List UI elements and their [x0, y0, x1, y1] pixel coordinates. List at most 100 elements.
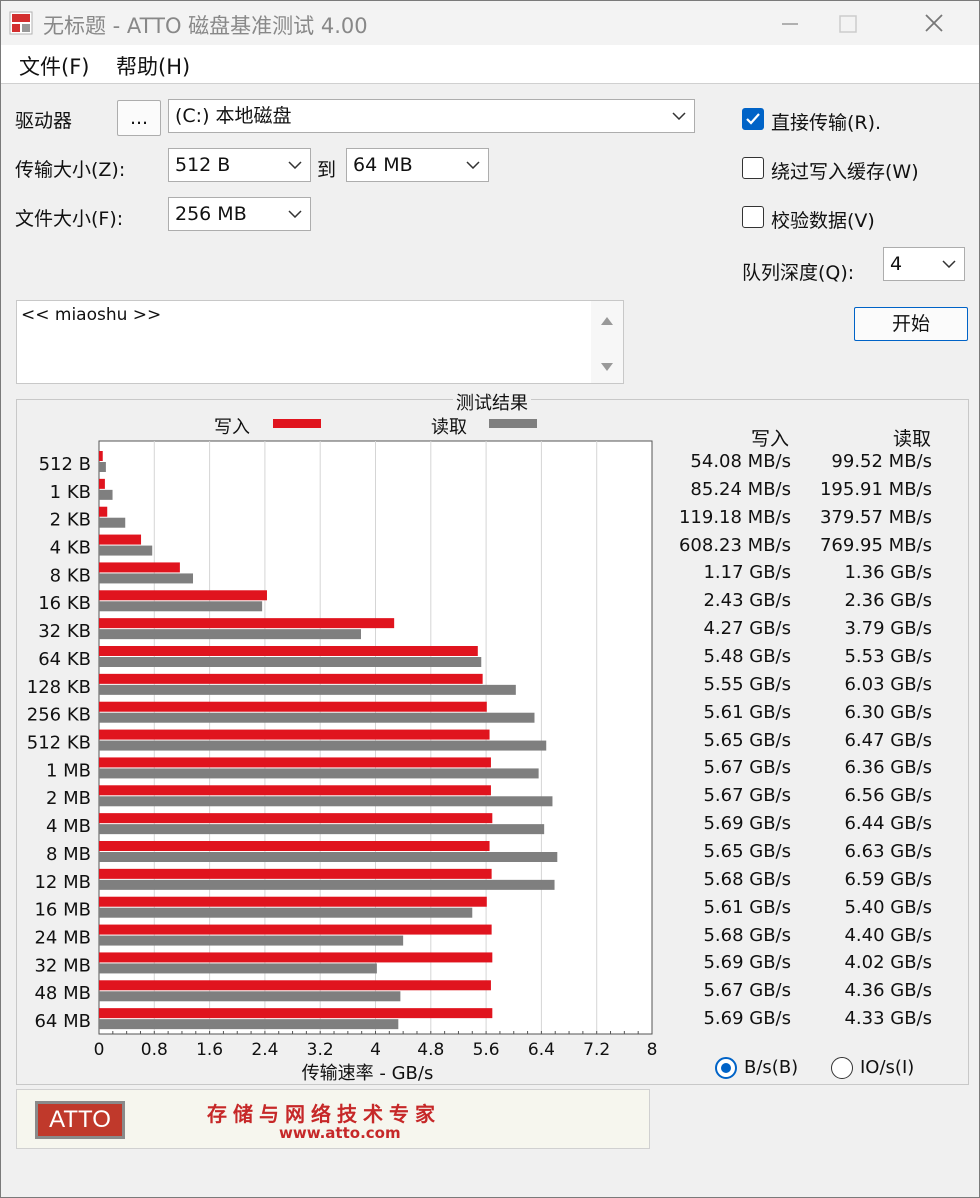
io-per-sec-label[interactable]: IO/s(I) [860, 1057, 914, 1078]
y-category-label: 32 MB [34, 955, 91, 976]
read-value: 6.47 GB/s [844, 729, 932, 751]
read-value: 5.40 GB/s [844, 896, 932, 918]
write-bar [99, 841, 490, 851]
y-category-label: 16 KB [38, 593, 91, 614]
read-column-header: 读取 [893, 428, 932, 450]
read-bar [99, 712, 535, 723]
read-bar [99, 684, 516, 695]
y-category-label: 32 KB [38, 621, 91, 642]
y-category-label: 1 KB [50, 482, 91, 503]
read-value: 6.36 GB/s [844, 757, 932, 779]
write-value: 119.18 MB/s [678, 506, 791, 528]
y-category-label: 8 KB [50, 565, 91, 586]
read-bar [99, 462, 106, 472]
x-tick-label: 8 [647, 1040, 658, 1060]
write-bar [99, 785, 491, 796]
y-category-label: 4 MB [46, 816, 91, 837]
y-category-label: 512 KB [27, 733, 91, 754]
write-bar [99, 673, 483, 684]
x-tick-label: 4 [370, 1040, 381, 1060]
write-bar [99, 757, 491, 768]
y-category-label: 1 MB [46, 760, 91, 781]
read-bar [99, 963, 377, 974]
banner-url: www.atto.com [279, 1124, 401, 1142]
write-bar [99, 618, 395, 629]
atto-banner[interactable]: ATTO 存储与网络技术专家 www.atto.com [16, 1089, 650, 1149]
read-value: 769.95 MB/s [819, 534, 932, 556]
write-value: 85.24 MB/s [690, 478, 791, 500]
read-value: 4.36 GB/s [844, 980, 932, 1002]
write-bar [99, 1008, 493, 1019]
y-category-label: 64 KB [38, 649, 91, 670]
x-tick-label: 1.6 [196, 1040, 223, 1060]
write-bar [99, 590, 267, 601]
write-value: 5.67 GB/s [703, 980, 791, 1002]
read-bar [99, 991, 401, 1002]
read-bar [99, 573, 194, 584]
read-bar [99, 657, 482, 667]
write-bar [99, 534, 142, 545]
y-category-label: 4 KB [50, 538, 91, 559]
read-value: 379.57 MB/s [819, 506, 932, 528]
x-tick-label: 4.8 [417, 1040, 444, 1060]
write-column-header: 写入 [751, 428, 790, 450]
read-value: 4.40 GB/s [844, 924, 932, 946]
read-value: 6.63 GB/s [844, 840, 932, 862]
write-bar [99, 701, 487, 712]
write-value: 5.61 GB/s [703, 896, 791, 918]
write-value: 5.68 GB/s [703, 868, 791, 890]
bytes-per-sec-label[interactable]: B/s(B) [744, 1057, 798, 1078]
x-tick-label: 6.4 [528, 1040, 555, 1060]
write-value: 4.27 GB/s [703, 618, 791, 640]
read-value: 5.53 GB/s [844, 645, 932, 667]
read-value: 6.30 GB/s [844, 701, 932, 723]
write-value: 5.67 GB/s [703, 757, 791, 779]
read-bar [99, 935, 404, 946]
write-bar [99, 896, 487, 907]
read-bar [99, 740, 547, 751]
read-value: 4.33 GB/s [844, 1008, 932, 1030]
write-value: 5.48 GB/s [703, 645, 791, 667]
read-value: 4.02 GB/s [844, 952, 932, 974]
read-value: 6.59 GB/s [844, 868, 932, 890]
y-category-label: 2 MB [46, 788, 91, 809]
write-bar [99, 952, 493, 963]
read-value: 195.91 MB/s [819, 478, 932, 500]
write-value: 5.65 GB/s [703, 840, 791, 862]
y-category-label: 2 KB [50, 510, 91, 531]
x-tick-label: 0.8 [141, 1040, 168, 1060]
read-bar [99, 629, 361, 640]
read-value: 3.79 GB/s [844, 618, 932, 640]
read-value: 6.44 GB/s [844, 813, 932, 835]
write-value: 5.69 GB/s [703, 813, 791, 835]
read-value: 1.36 GB/s [844, 562, 932, 584]
read-bar [99, 796, 553, 807]
read-value: 6.56 GB/s [844, 785, 932, 807]
write-value: 5.69 GB/s [703, 952, 791, 974]
read-bar [99, 907, 473, 918]
read-value: 6.03 GB/s [844, 673, 932, 695]
io-per-sec-radio[interactable] [831, 1057, 853, 1079]
read-bar [99, 879, 555, 890]
read-bar [99, 517, 126, 528]
read-bar [99, 852, 558, 862]
write-bar [99, 451, 103, 461]
write-bar [99, 478, 105, 489]
write-value: 5.65 GB/s [703, 729, 791, 751]
y-category-label: 12 MB [34, 872, 91, 893]
x-axis-label: 传输速率 - GB/s [302, 1063, 434, 1084]
write-bar [99, 646, 478, 656]
y-category-label: 256 KB [27, 705, 91, 726]
read-bar [99, 1019, 399, 1030]
x-tick-label: 7.2 [583, 1040, 610, 1060]
write-bar [99, 729, 490, 740]
write-value: 5.55 GB/s [703, 673, 791, 695]
write-bar [99, 868, 492, 879]
bytes-per-sec-radio[interactable] [715, 1057, 737, 1079]
write-value: 2.43 GB/s [703, 590, 791, 612]
x-tick-label: 0 [94, 1040, 105, 1060]
write-value: 5.61 GB/s [703, 701, 791, 723]
y-category-label: 64 MB [34, 1011, 91, 1032]
y-category-label: 128 KB [27, 677, 91, 698]
y-category-label: 24 MB [34, 928, 91, 949]
